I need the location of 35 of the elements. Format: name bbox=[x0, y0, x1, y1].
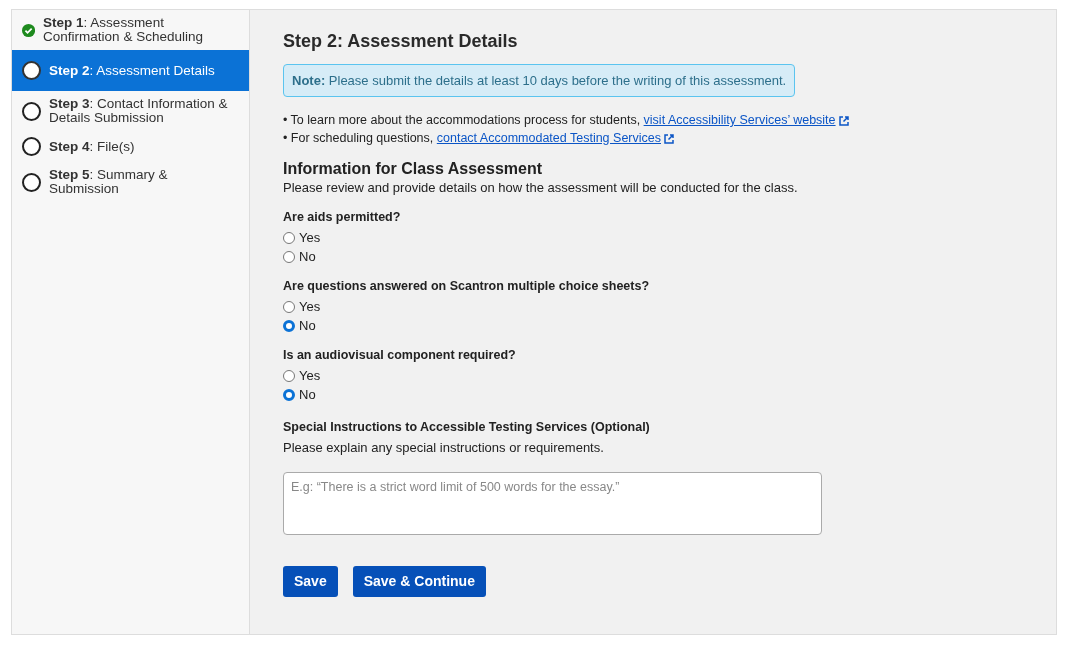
step-item[interactable]: Step 2: Assessment Details bbox=[12, 50, 249, 91]
radio-label[interactable]: Yes bbox=[299, 367, 321, 384]
radio-button[interactable] bbox=[283, 300, 295, 313]
radio-button[interactable] bbox=[283, 250, 295, 263]
section-description: Please review and provide details on how the assessment will be conducted for the class. bbox=[283, 179, 799, 196]
field-label: Special Instructions to Accessible Testing Services (Optional) bbox=[283, 419, 651, 436]
step-item[interactable]: Step 3: Contact Information & Details Submission bbox=[12, 91, 249, 131]
info-text: • To learn more about the accommodations process for students, visit Accessibility Services’ website bbox=[283, 111, 903, 129]
radio-label[interactable]: Yes bbox=[299, 298, 321, 315]
note-alert: Note: Please submit the details at least 10 days before the writing of this assessment. bbox=[283, 64, 796, 97]
external-link-icon bbox=[838, 115, 849, 126]
section-title: Information for Class Assessment bbox=[283, 159, 544, 179]
external-link[interactable]: contact Accommodated Testing Services bbox=[436, 131, 674, 145]
info-text: • For scheduling questions, contact Accommodated Testing Services bbox=[283, 129, 903, 147]
radio-label[interactable]: No bbox=[299, 317, 316, 334]
radio-label[interactable]: Yes bbox=[299, 229, 321, 246]
instructions-field[interactable]: E.g: “There is a strict word limit of 500 words for the essay.” bbox=[283, 472, 822, 535]
radio-label[interactable]: No bbox=[299, 386, 316, 403]
action-button[interactable]: Save & Continue bbox=[352, 566, 486, 597]
radio-button[interactable] bbox=[283, 319, 295, 332]
step-item[interactable]: Step 1: Assessment Confirmation & Scheduling bbox=[12, 10, 249, 50]
step-item[interactable]: Step 5: Summary & Submission bbox=[12, 162, 249, 202]
action-button[interactable]: Save bbox=[283, 566, 338, 597]
external-link-icon bbox=[664, 133, 674, 144]
radio-button[interactable] bbox=[283, 388, 295, 401]
question-label: Are questions answered on Scantron multiple choice sheets? bbox=[283, 278, 651, 295]
page-title: Step 2: Assessment Details bbox=[283, 30, 519, 52]
question-label: Is an audiovisual component required? bbox=[283, 347, 517, 364]
radio-button[interactable] bbox=[283, 369, 295, 382]
radio-button[interactable] bbox=[283, 231, 295, 244]
radio-label[interactable]: No bbox=[299, 248, 316, 265]
field-description: Please explain any special instructions or requirements. bbox=[283, 439, 605, 456]
external-link[interactable]: visit Accessibility Services’ website bbox=[643, 113, 849, 127]
question-label: Are aids permitted? bbox=[283, 209, 402, 226]
step-item[interactable]: Step 4: File(s) bbox=[12, 131, 249, 162]
